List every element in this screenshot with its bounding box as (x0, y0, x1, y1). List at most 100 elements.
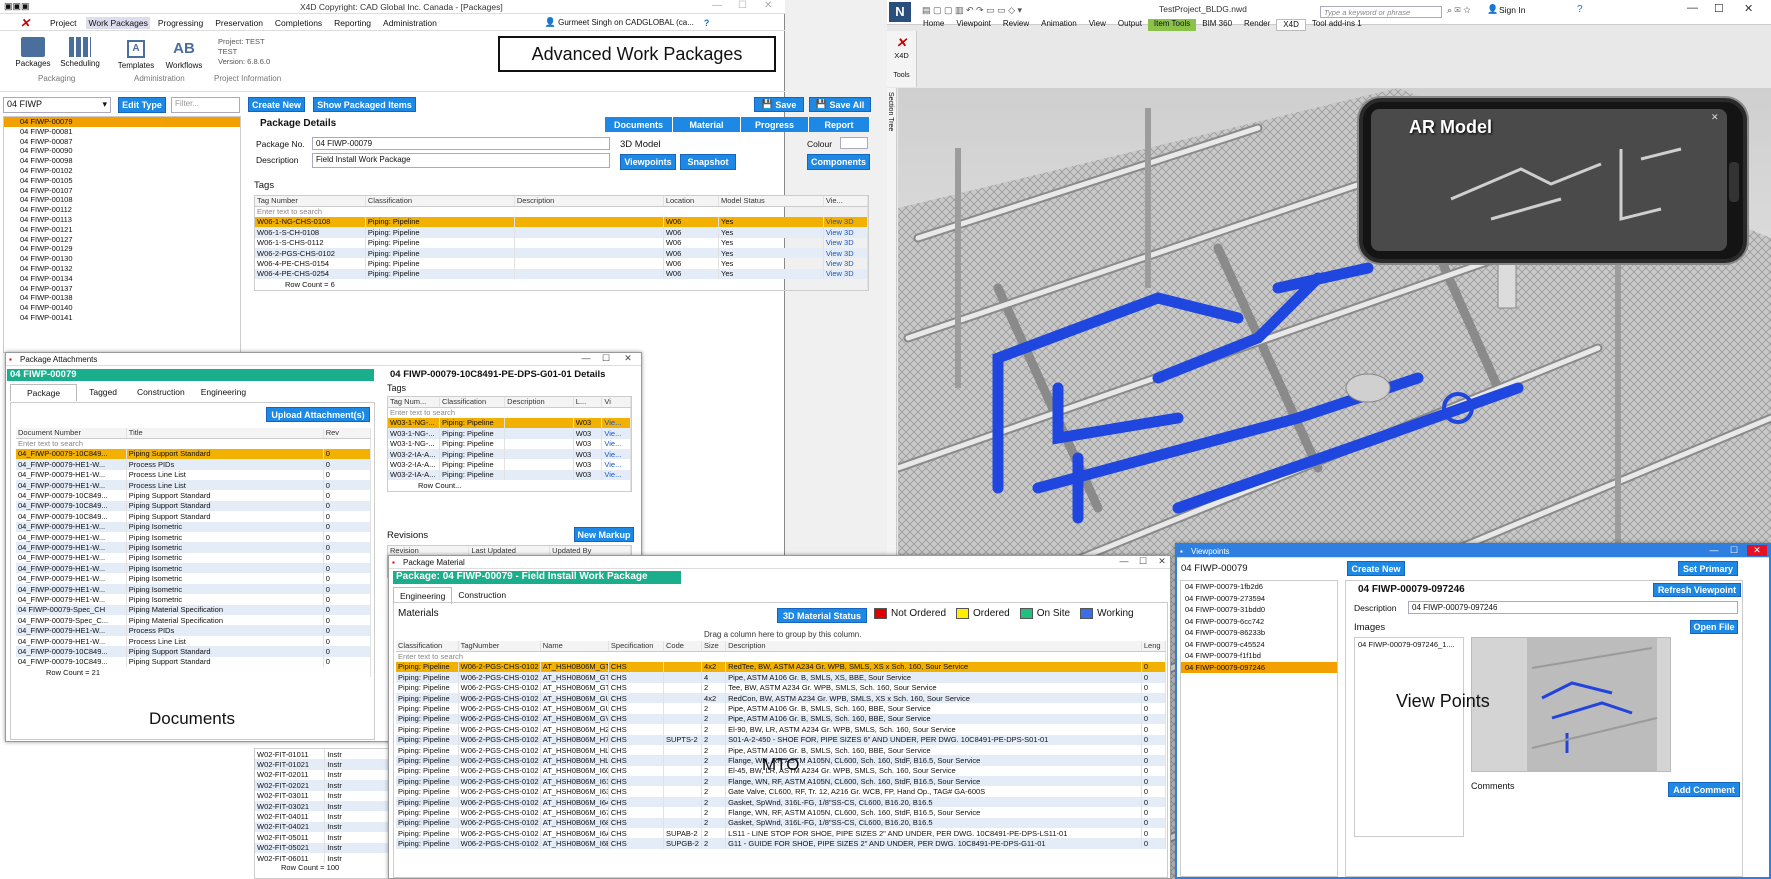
column-header[interactable]: TagNumber (458, 641, 541, 652)
ribbon-tab[interactable]: Review (997, 19, 1035, 31)
list-item[interactable]: W02-FIT-06011 Instr (255, 852, 395, 864)
table-row[interactable]: Piping: Pipeline W06-2-PGS-CHS-0102 AT_HSH… (396, 703, 1167, 714)
open-file-button[interactable]: Open File (1690, 620, 1738, 634)
table-row[interactable]: 04_FIWP-00079-HE1-W... Piping Isometric 0 (16, 583, 372, 595)
close-button[interactable]: ✕ (1747, 545, 1767, 556)
column-header[interactable]: Model Status (718, 196, 824, 207)
table-row[interactable]: Piping: Pipeline W06-2-PGS-CHS-0102 AT_HSH… (396, 682, 1167, 693)
column-header[interactable]: Rev (323, 428, 372, 439)
column-header[interactable]: L... (573, 397, 603, 408)
column-header[interactable]: Leng (1141, 641, 1167, 652)
list-item[interactable]: W02-FIT-05011 Instr (255, 832, 395, 843)
minimize-button[interactable]: — (1704, 545, 1724, 555)
table-row[interactable]: W06-4-PE-CHS-0254 Piping: Pipeline W06 Yes V… (255, 268, 869, 280)
table-row[interactable]: Piping: Pipeline W06-2-PGS-CHS-0102 AT_HSH… (396, 828, 1167, 839)
column-header[interactable]: Location (663, 196, 720, 207)
tree-item[interactable]: 04 FIWP-00087 (4, 137, 240, 147)
minimize-button[interactable]: — (712, 0, 722, 11)
viewpoint-list-item[interactable]: 04 FIWP-00079-f1f1bd (1181, 650, 1337, 662)
table-row[interactable]: Piping: Pipeline W06-2-PGS-CHS-0102 AT_HSH… (396, 796, 1167, 808)
table-row[interactable]: Piping: Pipeline W06-2-PGS-CHS-0102 AT_HSH… (396, 807, 1167, 818)
workflows-ribbon-button[interactable]: AB Workflows (164, 40, 204, 70)
search-input[interactable]: Enter text to search (396, 651, 1166, 662)
new-markup-button[interactable]: New Markup (574, 527, 634, 542)
tab-progress[interactable]: Progress (741, 117, 809, 132)
create-new-viewpoint-button[interactable]: Create New (1347, 561, 1405, 576)
table-row[interactable]: 04_FIWP-00079-HE1-W... Piping Isometric 0 (16, 542, 372, 553)
tab-documents[interactable]: Documents (605, 117, 673, 132)
column-header[interactable]: Document Number (16, 428, 127, 439)
create-new-button[interactable]: Create New (248, 97, 305, 112)
table-row[interactable]: 04_FIWP-00079-10C849... Piping Support St… (16, 656, 372, 667)
image-list-item[interactable]: 04 FIWP-00079-097246_1.... (1355, 638, 1463, 651)
column-header[interactable]: Vi (601, 397, 631, 408)
toolbar-icons[interactable]: ⌕ ✉ ☆ (1447, 5, 1471, 16)
help-icon[interactable]: ? (704, 18, 710, 28)
help-icon[interactable]: ? (1577, 4, 1583, 15)
maximize-button[interactable]: ☐ (1724, 545, 1744, 556)
save-all-button[interactable]: 💾 Save All (809, 97, 871, 112)
search-input[interactable]: Enter text to search (255, 206, 868, 217)
column-header[interactable]: Description (725, 641, 1142, 652)
table-row[interactable]: 04_FIWP-00079-HE1-W... Piping Isometric 0 (16, 552, 372, 564)
colour-picker[interactable] (840, 137, 868, 149)
menu-progressing[interactable]: Progressing (158, 18, 203, 28)
column-header[interactable]: Description (514, 196, 664, 207)
table-row[interactable]: Piping: Pipeline W06-2-PGS-CHS-0102 AT_HSH… (396, 817, 1167, 829)
ribbon-tab[interactable]: Home (917, 19, 950, 31)
ribbon-tab[interactable]: X4D (1276, 19, 1306, 31)
filter-input[interactable]: Filter... (171, 97, 240, 113)
add-comment-button[interactable]: Add Comment (1668, 782, 1740, 797)
table-row[interactable]: W03-1-NG-... Piping: Pipeline W03 Vie... (388, 417, 631, 429)
tree-item[interactable]: 04 FIWP-00137 (4, 284, 240, 294)
list-item[interactable]: W02-FIT-05021 Instr (255, 842, 395, 853)
column-header[interactable]: Classification (365, 196, 515, 207)
tree-item[interactable]: 04 FIWP-00105 (4, 176, 240, 186)
viewpoint-list-item[interactable]: 04 FIWP-00079-273594 (1181, 593, 1337, 605)
templates-ribbon-button[interactable]: A Templates (116, 40, 156, 70)
table-row[interactable]: 04_FIWP-00079-HE1-W... Piping Isometric 0 (16, 563, 372, 574)
table-row[interactable]: W06-1-S-CHS-0112 Piping: Pipeline W06 Yes Vi… (255, 237, 869, 248)
ribbon-tab[interactable]: Animation (1035, 19, 1083, 31)
list-item[interactable]: W02-FIT-03021 Instr (255, 800, 395, 812)
description-field[interactable]: Field Install Work Package (312, 153, 610, 168)
close-button[interactable]: ✕ (1744, 2, 1753, 15)
column-header[interactable]: Specification (608, 641, 664, 652)
tree-item[interactable]: 04 FIWP-00112 (4, 205, 240, 215)
menu-project[interactable]: Project (50, 18, 76, 28)
tree-item[interactable]: 04 FIWP-00141 (4, 313, 240, 323)
table-row[interactable]: Piping: Pipeline W06-2-PGS-CHS-0102 AT_HSH… (396, 838, 1167, 849)
minimize-button[interactable]: — (1114, 556, 1134, 566)
menu-reporting[interactable]: Reporting (334, 18, 371, 28)
menu-preservation[interactable]: Preservation (215, 18, 263, 28)
tree-item[interactable]: 04 FIWP-00079 (4, 117, 240, 127)
tab-package[interactable]: Package (10, 384, 78, 401)
list-item[interactable]: W02-FIT-03011 Instr (255, 790, 395, 801)
column-header[interactable]: Classification (396, 641, 459, 652)
viewpoint-list-item[interactable]: 04 FIWP-00079-31bdd0 (1181, 604, 1337, 616)
tree-item[interactable]: 04 FIWP-00113 (4, 215, 240, 225)
tree-item[interactable]: 04 FIWP-00081 (4, 127, 240, 137)
ribbon-tab[interactable]: Render (1238, 19, 1276, 31)
column-header[interactable]: Size (701, 641, 727, 652)
table-row[interactable]: 04_FIWP-00079-HE1-W... Process Line List 0 (16, 469, 372, 480)
tree-item[interactable]: 04 FIWP-00134 (4, 274, 240, 284)
3d-material-status-button[interactable]: 3D Material Status (777, 608, 867, 623)
column-header[interactable]: Code (663, 641, 703, 652)
viewpoints-button[interactable]: Viewpoints (620, 154, 676, 170)
table-row[interactable]: 04_FIWP-00079-HE1-W... Piping Isometric 0 (16, 594, 372, 605)
table-row[interactable]: 04_FIWP-00079-10C849... Piping Support St… (16, 511, 372, 522)
table-row[interactable]: Piping: Pipeline W06-2-PGS-CHS-0102 AT_HSH… (396, 776, 1167, 787)
navis-app-icon[interactable]: N (889, 2, 911, 22)
quick-access-icons[interactable]: ▤ ▢ ▢ ▥ ↶ ↷ ▭ ▭ ◇ ▾ (922, 5, 1022, 16)
ribbon-tab[interactable]: Tool add-ins 1 (1306, 19, 1368, 31)
close-button[interactable]: ✕ (618, 353, 638, 364)
components-button[interactable]: Components (807, 154, 870, 170)
column-header[interactable]: Classification (439, 397, 506, 408)
table-row[interactable]: 04_FIWP-00079-HE1-W... Process Line List 0 (16, 635, 372, 647)
tab-material[interactable]: Material (673, 117, 741, 132)
ribbon-tab[interactable]: Item Tools (1147, 19, 1197, 31)
table-row[interactable]: 04_FIWP-00079-HE1-W... Piping Isometric 0 (16, 573, 372, 584)
snapshot-button[interactable]: Snapshot (680, 154, 736, 170)
table-row[interactable]: Piping: Pipeline W06-2-PGS-CHS-0102 AT_HSH… (396, 744, 1167, 756)
